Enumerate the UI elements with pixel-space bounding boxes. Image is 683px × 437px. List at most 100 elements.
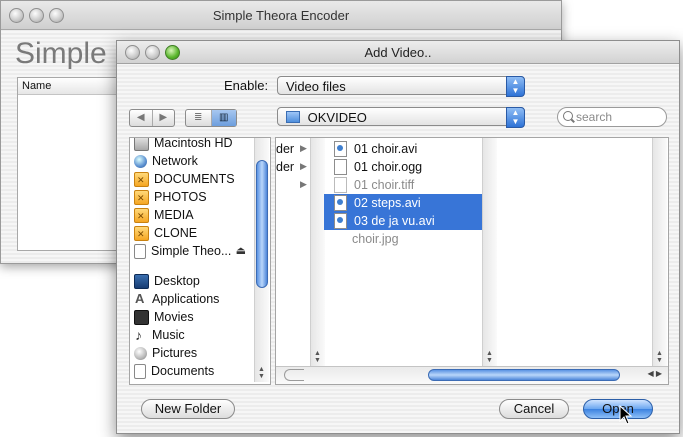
video-file-icon	[334, 195, 347, 211]
file-name: 01 choir.tiff	[354, 178, 415, 192]
eject-icon[interactable]: ⏏	[236, 242, 246, 260]
hard-disk-icon	[134, 138, 149, 151]
sidebar-item-media[interactable]: MEDIA	[134, 206, 194, 225]
scroll-arrows-icon[interactable]: ◀ ▶	[647, 369, 662, 378]
background-window-title: Simple Theora Encoder	[212, 8, 350, 23]
sidebar-item-applications[interactable]: Applications	[134, 290, 219, 308]
file-name: 01 choir.avi	[354, 142, 418, 156]
sidebar-item-pictures[interactable]: Pictures	[134, 344, 197, 362]
back-arrow-icon[interactable]: ◀	[130, 110, 153, 126]
sidebar-item-music[interactable]: Music	[134, 326, 185, 344]
column-view-icon[interactable]: ▥	[211, 110, 236, 126]
scroll-arrows-icon[interactable]: ▲ ▼	[486, 350, 493, 364]
enable-label: Enable:	[224, 78, 269, 93]
sidebar-item-movies[interactable]: Movies	[134, 308, 194, 326]
sidebar-item-macintosh-hd[interactable]: Macintosh HD	[134, 137, 233, 152]
volume-icon	[134, 207, 149, 225]
new-folder-button[interactable]: New Folder	[141, 399, 235, 419]
list-view-icon[interactable]: ≣	[186, 110, 212, 126]
forward-arrow-icon[interactable]: ▶	[153, 110, 175, 126]
sidebar-item-label: Network	[152, 154, 198, 168]
horizontal-scrollbar[interactable]: ◀ ▶	[276, 366, 668, 384]
volume-icon	[134, 171, 149, 189]
folder-icon	[286, 111, 300, 123]
sidebar-item-label: Simple Theo...	[151, 244, 232, 258]
music-icon	[134, 326, 147, 344]
column-scrollbar[interactable]: ▲ ▼	[482, 138, 497, 366]
sidebar-item-clone[interactable]: CLONE	[134, 224, 197, 243]
file-row[interactable]: 01 choir.ogg	[330, 158, 484, 176]
sidebar-item-simple-theora[interactable]: Simple Theo... ⏏	[134, 242, 252, 260]
file-row-disabled: 01 choir.tiff	[330, 176, 484, 194]
search-icon	[563, 111, 573, 121]
network-globe-icon	[134, 154, 147, 168]
popup-arrows-icon: ▲ ▼	[506, 76, 525, 97]
sidebar-item-label: Music	[152, 328, 185, 342]
sidebar-item-label: DOCUMENTS	[154, 172, 235, 186]
file-icon	[334, 159, 347, 175]
file-icon	[334, 177, 347, 193]
video-list-table[interactable]: Name	[17, 77, 119, 251]
list-item[interactable]: der	[276, 140, 294, 158]
file-name: 03 de ja vu.avi	[354, 214, 435, 228]
location-value: OKVIDEO	[307, 110, 367, 125]
view-mode-control[interactable]: ≣ ▥	[185, 109, 237, 127]
table-header-name[interactable]: Name	[18, 78, 118, 95]
pictures-icon	[134, 346, 147, 360]
file-row-selected[interactable]: 02 steps.avi	[324, 194, 490, 212]
disk-image-icon	[134, 243, 146, 259]
sidebar-item-label: Applications	[152, 292, 220, 306]
desktop-icon	[134, 273, 149, 289]
file-row-selected[interactable]: 03 de ja vu.avi	[324, 212, 490, 230]
list-item-label: der	[276, 142, 295, 156]
dialog-title: Add Video..	[364, 45, 432, 60]
file-name: choir.jpg	[352, 232, 399, 246]
sidebar-item-documents[interactable]: Documents	[134, 362, 214, 380]
movies-icon	[134, 309, 149, 325]
sidebar-item-photos[interactable]: PHOTOS	[134, 188, 207, 207]
cancel-button[interactable]: Cancel	[499, 399, 569, 419]
sidebar-scrollbar[interactable]: ▲ ▼	[254, 138, 269, 382]
column-scrollbar[interactable]: ▲ ▼	[652, 138, 667, 366]
volume-icon	[134, 225, 149, 243]
list-item[interactable]: der	[276, 158, 294, 176]
sidebar-item-label: Movies	[154, 310, 194, 324]
app-heading: Simple	[15, 37, 107, 70]
sidebar[interactable]: Macintosh HD Network DOCUMENTS PHOTOS ME…	[129, 137, 271, 385]
applications-icon	[134, 290, 147, 308]
add-video-dialog: Add Video.. Enable: Video files ▲ ▼ ◀ ▶ ≣…	[116, 40, 680, 434]
scroll-arrows-icon[interactable]: ▲ ▼	[314, 350, 321, 364]
horizontal-scroll-thumb[interactable]	[428, 369, 620, 381]
browser-column-okvideo[interactable]: 01 choir.avi 01 choir.ogg 01 choir.tiff …	[322, 138, 490, 366]
search-field[interactable]: search	[557, 107, 667, 127]
file-row-disabled: choir.jpg	[330, 230, 502, 248]
disclosure-arrow-icon: ▶	[300, 143, 307, 153]
sidebar-item-label: PHOTOS	[154, 190, 207, 204]
dialog-titlebar[interactable]: Add Video..	[117, 41, 679, 64]
scroll-arrows-icon[interactable]: ▲ ▼	[258, 366, 265, 380]
browser-column-parent[interactable]: der ▶ der ▶ ▶	[276, 138, 311, 366]
sidebar-item-documents-volume[interactable]: DOCUMENTS	[134, 170, 235, 189]
video-file-icon	[334, 213, 347, 229]
background-window-titlebar[interactable]: Simple Theora Encoder	[1, 1, 561, 30]
file-name: 01 choir.ogg	[354, 160, 423, 174]
sidebar-item-label: Macintosh HD	[154, 137, 233, 150]
open-button[interactable]: Open	[583, 399, 653, 419]
sidebar-item-network[interactable]: Network	[134, 152, 198, 170]
sidebar-scroll-thumb[interactable]	[256, 160, 268, 288]
scroll-arrows-icon[interactable]: ▲ ▼	[656, 350, 663, 364]
location-popup[interactable]: OKVIDEO ▲ ▼	[277, 107, 525, 128]
search-placeholder: search	[576, 110, 613, 124]
scroll-track-start	[284, 369, 304, 381]
video-file-icon	[334, 141, 347, 157]
documents-icon	[134, 363, 146, 379]
volume-icon	[134, 189, 149, 207]
mouse-pointer-icon	[619, 405, 633, 425]
sidebar-item-label: MEDIA	[154, 208, 194, 222]
sidebar-item-label: Documents	[151, 364, 215, 378]
sidebar-item-desktop[interactable]: Desktop	[134, 272, 200, 290]
column-browser[interactable]: der ▶ der ▶ ▶ ▲ ▼ 01 choir.avi 01 choir.o…	[275, 137, 669, 385]
enable-popup[interactable]: Video files ▲ ▼	[277, 76, 525, 97]
file-row[interactable]: 01 choir.avi	[330, 140, 484, 158]
back-forward-control[interactable]: ◀ ▶	[129, 109, 175, 127]
